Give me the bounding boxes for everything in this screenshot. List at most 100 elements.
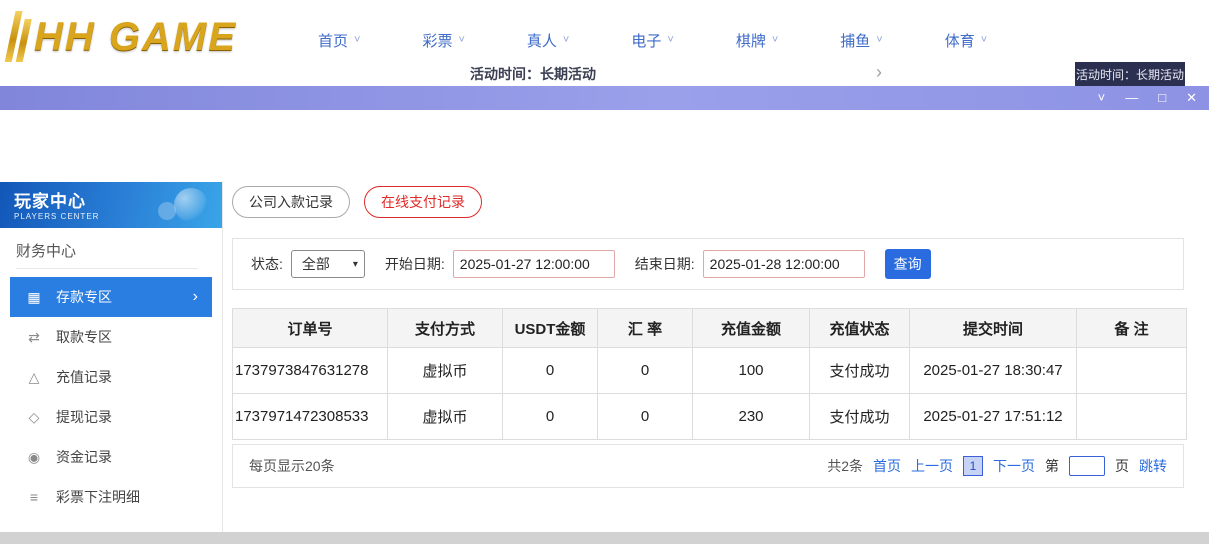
sidebar-item-label: 彩票下注明细 [56,487,140,507]
players-center-title: 玩家中心 [14,187,222,212]
cell-remark [1077,348,1187,394]
cell-usdt-amount: 0 [503,394,598,440]
current-page-indicator[interactable]: 1 [963,456,983,476]
status-select-value: 全部 [302,254,330,274]
nav-item-live[interactable]: 真人 ˅ [527,30,569,51]
minimize-icon[interactable]: — [1125,86,1138,110]
nav-item-sports[interactable]: 体育 ˅ [945,30,987,51]
brand-logo[interactable]: HH GAME [10,6,237,68]
page-jump-input[interactable] [1069,456,1105,476]
chevron-down-icon: ˅ [772,34,778,46]
table-header-row: 订单号 支付方式 USDT金额 汇 率 充值金额 充值状态 提交时间 备 注 [233,309,1187,348]
logo-bars-icon [4,11,33,63]
cell-submit-time: 2025-01-27 18:30:47 [910,348,1077,394]
players-center-header: 玩家中心 PLAYERS CENTER [0,182,222,228]
logo-text: HH GAME [34,15,237,60]
table-row: 1737971472308533 虚拟币 0 0 230 支付成功 2025-0… [233,394,1187,440]
nav-label: 电子 [631,30,661,51]
chevron-down-icon: ˅ [981,34,987,46]
col-header-rate: 汇 率 [598,309,693,348]
sidebar-item-deposit[interactable]: ▦ 存款专区 › [10,277,212,317]
window-controls: ˅ — □ ✕ [1098,86,1197,110]
chevron-down-icon: ˅ [876,34,882,46]
cell-submit-time: 2025-01-27 17:51:12 [910,394,1077,440]
cashout-record-icon: ◇ [26,409,42,426]
record-tabs: 公司入款记录 在线支付记录 [232,186,482,218]
cell-recharge-amount: 100 [693,348,810,394]
sidebar-item-lottery-bets[interactable]: ≡ 彩票下注明细 [0,477,222,517]
funds-record-icon: ◉ [26,449,42,466]
query-button[interactable]: 查询 [885,249,931,279]
chevron-down-icon: ˅ [563,34,569,46]
sidebar-item-label: 取款专区 [56,327,112,347]
total-count-label: 共2条 [827,456,863,476]
cell-recharge-status: 支付成功 [810,394,910,440]
lottery-bets-icon: ≡ [26,489,42,505]
sidebar-item-cashout-records[interactable]: ◇ 提现记录 [0,397,222,437]
status-select[interactable]: 全部 ▾ [291,250,365,278]
cell-order-no: 1737973847631278 [233,348,388,394]
nav-item-fishing[interactable]: 捕鱼 ˅ [840,30,882,51]
window-titlebar[interactable]: ˅ — □ ✕ [0,86,1209,110]
cell-remark [1077,394,1187,440]
jump-button[interactable]: 跳转 [1139,456,1167,476]
nav-item-home[interactable]: 首页 ˅ [318,30,360,51]
page-suffix-label: 页 [1115,456,1129,476]
col-header-recharge-amount: 充值金额 [693,309,810,348]
sidebar-item-withdraw[interactable]: ⇄ 取款专区 [0,317,222,357]
chevron-down-icon: ˅ [458,34,464,46]
cell-recharge-status: 支付成功 [810,348,910,394]
col-header-usdt-amount: USDT金额 [503,309,598,348]
bottom-strip [0,532,1209,544]
pagination-bar: 每页显示20条 共2条 首页 上一页 1 下一页 第 页 跳转 [232,444,1184,488]
background-page-fragments: 活动时间：长期活动 › 活动时间：长期活动 [0,62,1209,86]
prev-page-link[interactable]: 上一页 [911,456,953,476]
cell-order-no: 1737971472308533 [233,394,388,440]
sidebar-item-label: 提现记录 [56,407,112,427]
sidebar-item-label: 充值记录 [56,367,112,387]
page-prefix-label: 第 [1045,456,1059,476]
nav-label: 真人 [527,30,557,51]
end-date-label: 结束日期: [635,254,695,274]
nav-label: 彩票 [422,30,452,51]
sidebar-item-funds-records[interactable]: ◉ 资金记录 [0,437,222,477]
tab-online-payment-records[interactable]: 在线支付记录 [364,186,482,218]
start-date-label: 开始日期: [385,254,445,274]
col-header-submit-time: 提交时间 [910,309,1077,348]
nav-item-lottery[interactable]: 彩票 ˅ [422,30,464,51]
background-fragment-text: 活动时间：长期活动 [470,64,596,84]
start-date-input[interactable] [453,250,615,278]
col-header-order-no: 订单号 [233,309,388,348]
window-content: 玩家中心 PLAYERS CENTER 财务中心 ▦ 存款专区 › ⇄ 取款专区… [0,110,1209,532]
background-fragment-banner: 活动时间：长期活动 [1075,62,1185,86]
select-arrow-icon: ▾ [353,259,358,270]
nav-item-slots[interactable]: 电子 ˅ [631,30,673,51]
chevron-down-icon[interactable]: ˅ [1098,86,1106,110]
withdraw-icon: ⇄ [26,329,42,346]
table-row: 1737973847631278 虚拟币 0 0 100 支付成功 2025-0… [233,348,1187,394]
end-date-input[interactable] [703,250,865,278]
players-center-subtitle: PLAYERS CENTER [14,212,222,221]
nav-label: 体育 [945,30,975,51]
first-page-link[interactable]: 首页 [873,456,901,476]
cell-rate: 0 [598,348,693,394]
chevron-right-icon: › [193,288,198,306]
col-header-recharge-status: 充值状态 [810,309,910,348]
sidebar: 玩家中心 PLAYERS CENTER 财务中心 ▦ 存款专区 › ⇄ 取款专区… [0,182,223,532]
pagination-controls: 共2条 首页 上一页 1 下一页 第 页 跳转 [827,456,1167,476]
nav-label: 捕鱼 [840,30,870,51]
close-icon[interactable]: ✕ [1186,86,1197,110]
sidebar-item-recharge-records[interactable]: △ 充值记录 [0,357,222,397]
nav-label: 棋牌 [736,30,766,51]
tab-company-deposit-records[interactable]: 公司入款记录 [232,186,350,218]
nav-item-cards[interactable]: 棋牌 ˅ [736,30,778,51]
next-page-link[interactable]: 下一页 [993,456,1035,476]
filter-bar: 状态: 全部 ▾ 开始日期: 结束日期: 查询 [232,238,1184,290]
top-header: HH GAME 首页 ˅ 彩票 ˅ 真人 ˅ 电子 ˅ 棋牌 ˅ 捕鱼 ˅ 体育… [0,0,1209,86]
payment-records-table: 订单号 支付方式 USDT金额 汇 率 充值金额 充值状态 提交时间 备 注 1… [232,308,1187,440]
deposit-icon: ▦ [26,289,42,306]
carousel-arrow-icon: › [876,62,882,83]
maximize-icon[interactable]: □ [1158,86,1166,110]
chevron-down-icon: ˅ [667,34,673,46]
cell-recharge-amount: 230 [693,394,810,440]
